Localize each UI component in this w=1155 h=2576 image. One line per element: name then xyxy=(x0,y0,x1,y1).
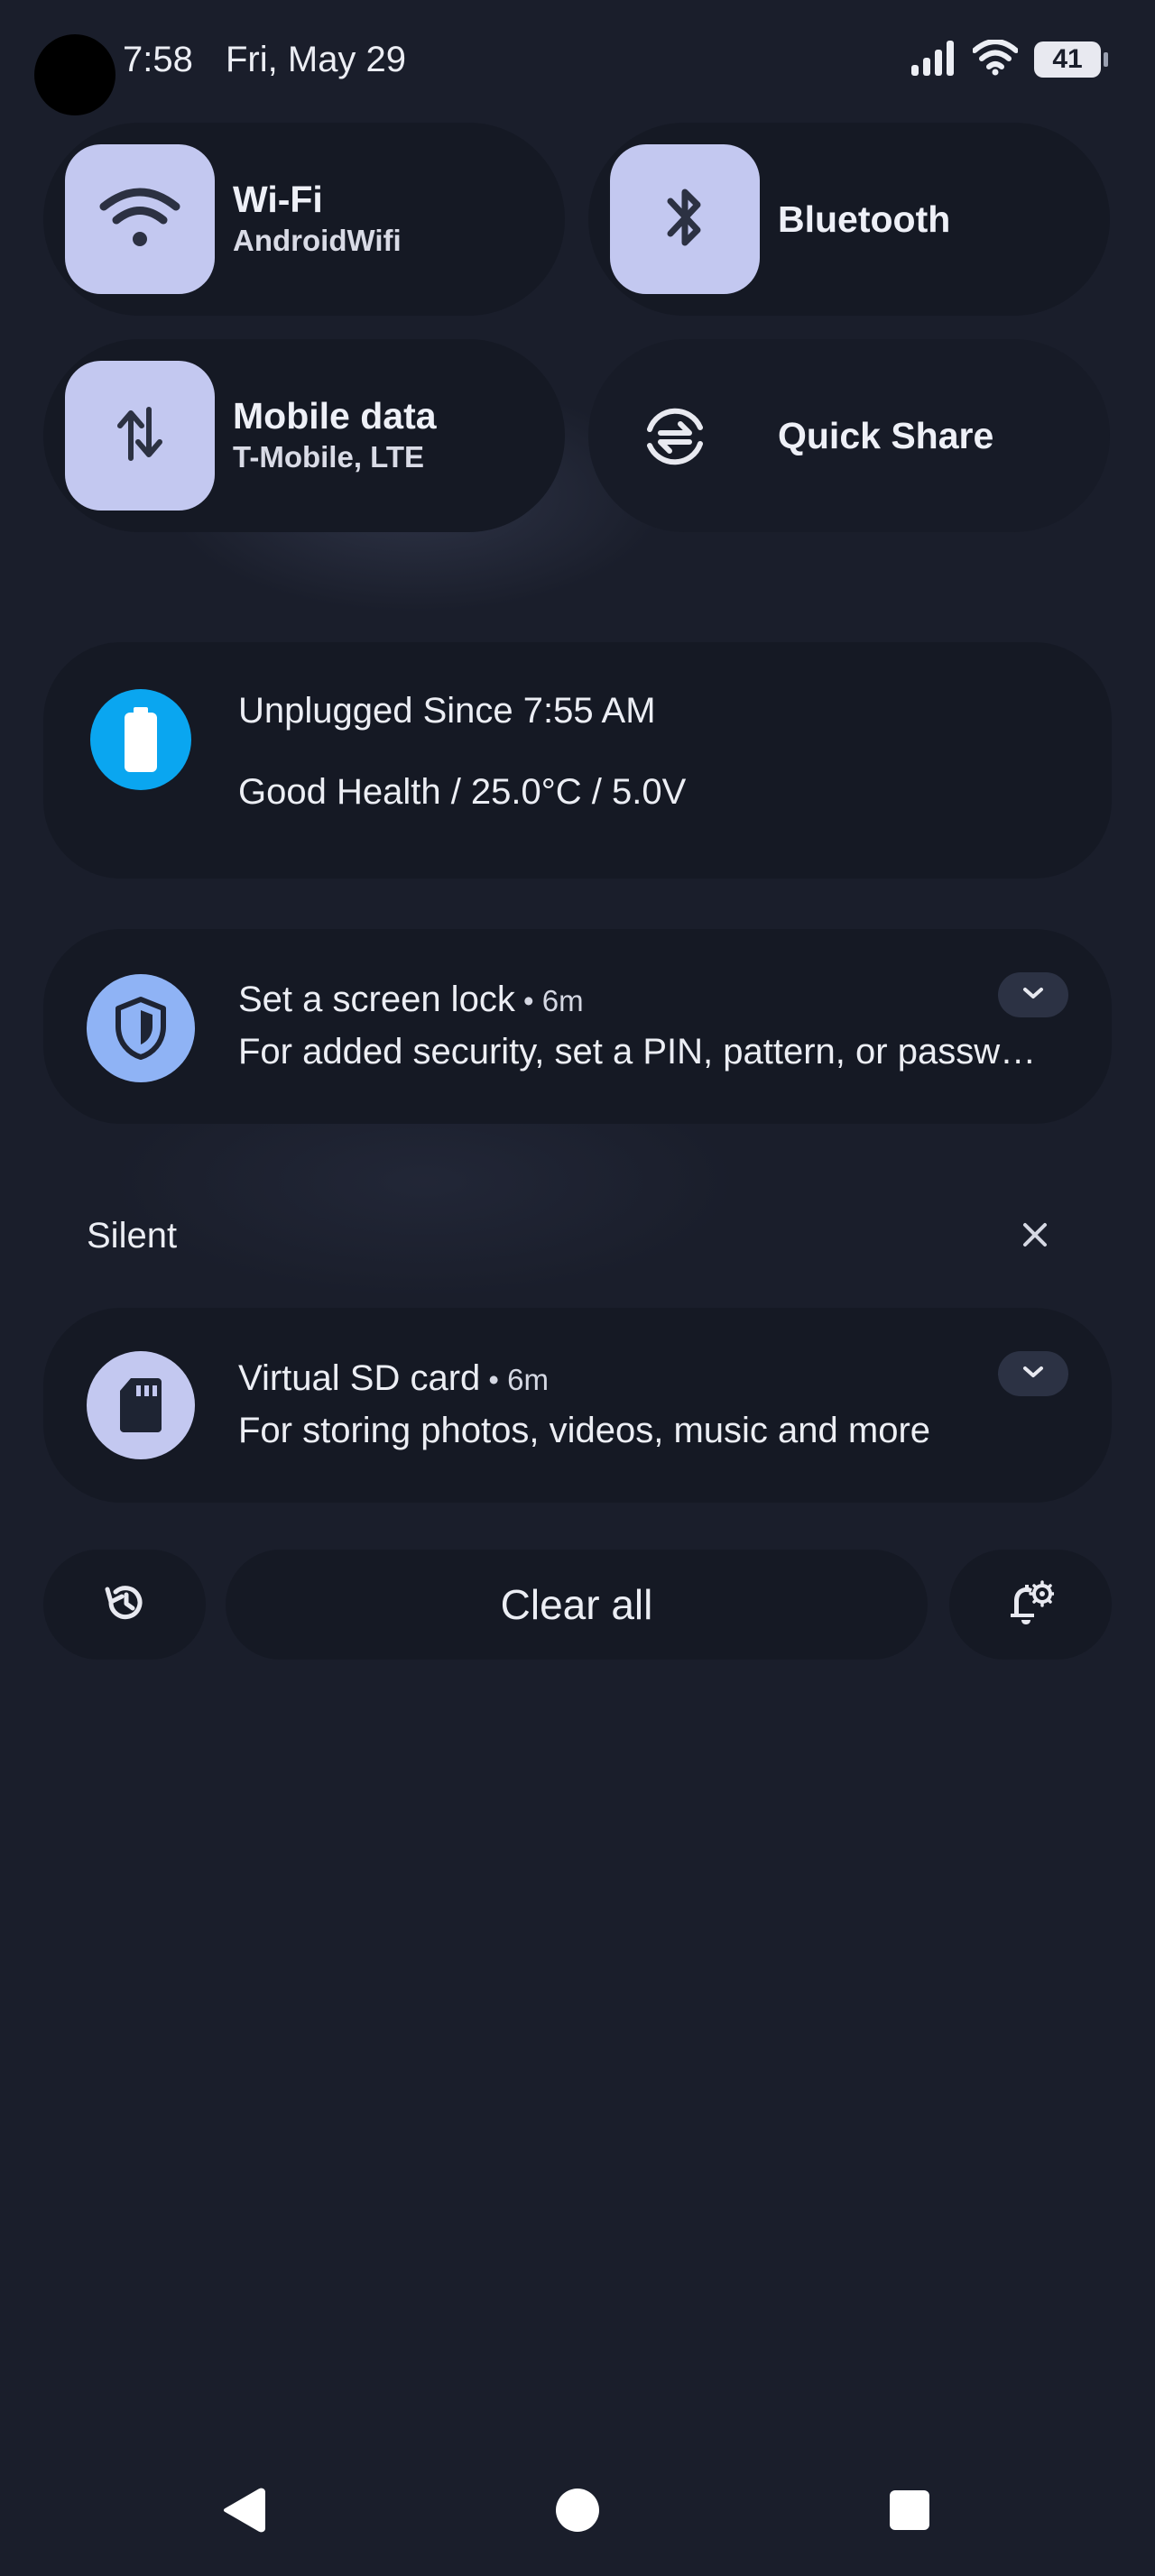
virtual-sd-card-notification[interactable]: Virtual SD card • 6m For storing photos,… xyxy=(43,1308,1112,1503)
status-time: 7:58 xyxy=(123,40,193,79)
nav-back-button[interactable] xyxy=(208,2480,280,2544)
screen-lock-notification[interactable]: Set a screen lock • 6m For added securit… xyxy=(43,929,1112,1124)
expand-notification-button[interactable] xyxy=(998,1351,1068,1396)
bluetooth-tile-icon-button[interactable] xyxy=(610,144,760,294)
history-icon xyxy=(102,1580,147,1630)
back-triangle-icon xyxy=(220,2485,267,2540)
mobile-data-icon xyxy=(113,402,167,470)
clear-all-button[interactable]: Clear all xyxy=(226,1550,928,1660)
notification-title-text: Virtual SD card xyxy=(238,1358,481,1398)
notification-settings-icon xyxy=(1007,1579,1056,1631)
home-circle-icon xyxy=(554,2487,601,2538)
wifi-status-icon xyxy=(972,38,1019,80)
nav-home-button[interactable] xyxy=(541,2480,614,2544)
chevron-down-icon xyxy=(1021,986,1045,1005)
mobile-data-tile-icon-button[interactable] xyxy=(65,361,215,511)
quick-share-tile-title: Quick Share xyxy=(778,415,994,456)
clear-silent-button[interactable] xyxy=(1012,1214,1058,1259)
wifi-icon xyxy=(98,185,181,254)
mobile-data-tile[interactable]: Mobile data T-Mobile, LTE xyxy=(43,339,565,532)
screen-lock-notification-text: For added security, set a PIN, pattern, … xyxy=(238,1032,1037,1072)
screen-lock-notification-title: Set a screen lock • 6m xyxy=(238,980,584,1020)
status-icons: 41 xyxy=(910,38,1108,80)
battery-status-icon: 41 xyxy=(1034,41,1108,78)
notification-settings-button[interactable] xyxy=(949,1550,1112,1660)
notification-separator: • xyxy=(514,984,542,1017)
sd-card-icon xyxy=(87,1351,195,1459)
wifi-tile[interactable]: Wi-Fi AndroidWifi xyxy=(43,123,565,316)
battery-card-line2: Good Health / 25.0°C / 5.0V xyxy=(238,772,687,812)
mobile-data-tile-title: Mobile data xyxy=(233,395,437,437)
virtual-sd-card-notification-text: For storing photos, videos, music and mo… xyxy=(238,1411,931,1450)
cell-signal-icon xyxy=(910,40,956,80)
mobile-data-tile-subtitle: T-Mobile, LTE xyxy=(233,440,425,474)
close-icon xyxy=(1021,1221,1049,1253)
notification-time: 6m xyxy=(541,984,584,1017)
quick-share-tile[interactable]: Quick Share xyxy=(588,339,1110,532)
front-camera-cutout xyxy=(34,34,116,115)
expand-notification-button[interactable] xyxy=(998,972,1068,1017)
chevron-down-icon xyxy=(1021,1365,1045,1384)
battery-level: 41 xyxy=(1052,44,1083,74)
battery-icon xyxy=(90,689,191,790)
nav-recents-button[interactable] xyxy=(873,2480,946,2544)
recents-square-icon xyxy=(888,2489,931,2536)
wifi-tile-title: Wi-Fi xyxy=(233,179,323,220)
shield-icon xyxy=(87,974,195,1082)
quick-share-icon xyxy=(641,402,709,471)
virtual-sd-card-notification-title: Virtual SD card • 6m xyxy=(238,1358,549,1399)
notification-history-button[interactable] xyxy=(43,1550,206,1660)
bluetooth-icon xyxy=(658,181,712,258)
battery-card-line1: Unplugged Since 7:55 AM xyxy=(238,691,656,731)
notification-separator: • xyxy=(480,1363,508,1396)
notification-title-text: Set a screen lock xyxy=(238,980,515,1019)
battery-status-card[interactable]: Unplugged Since 7:55 AM Good Health / 25… xyxy=(43,642,1112,879)
status-date: Fri, May 29 xyxy=(226,40,407,79)
wifi-tile-subtitle: AndroidWifi xyxy=(233,224,402,257)
wifi-tile-icon-button[interactable] xyxy=(65,144,215,294)
silent-section-label: Silent xyxy=(87,1216,178,1256)
bluetooth-tile[interactable]: Bluetooth xyxy=(588,123,1110,316)
notification-time: 6m xyxy=(507,1363,549,1396)
bluetooth-tile-title: Bluetooth xyxy=(778,198,951,240)
